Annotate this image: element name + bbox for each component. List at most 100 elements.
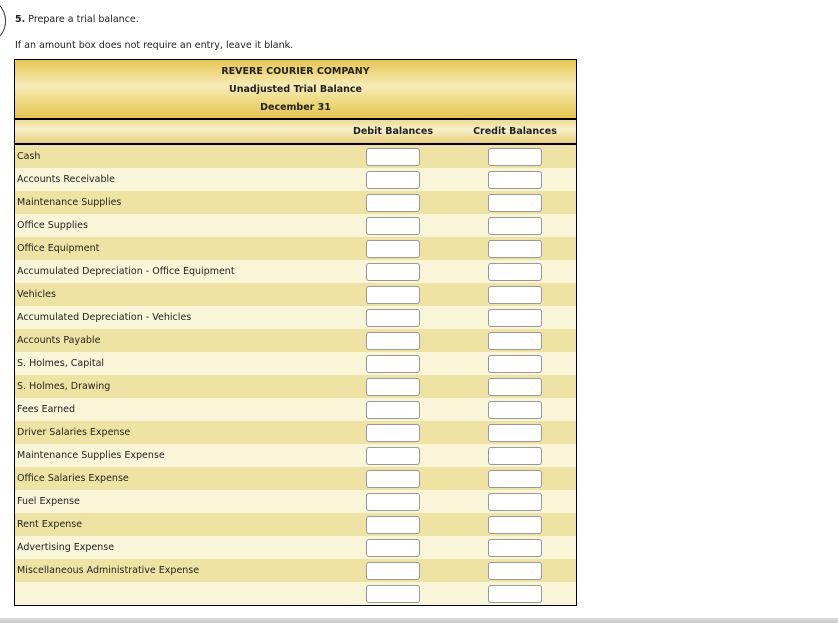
credit-cell — [454, 262, 576, 281]
debit-input[interactable] — [366, 446, 420, 465]
credit-cell — [454, 239, 576, 258]
credit-cell — [454, 354, 576, 373]
debit-cell — [332, 239, 454, 258]
table-row: Office Salaries Expense — [15, 467, 576, 490]
debit-input[interactable] — [366, 216, 420, 235]
credit-cell — [454, 400, 576, 419]
debit-input[interactable] — [366, 561, 420, 580]
credit-input[interactable] — [488, 147, 542, 166]
instruction-note: If an amount box does not require an ent… — [15, 40, 294, 51]
debit-cell — [332, 216, 454, 235]
table-row: Rent Expense — [15, 513, 576, 536]
credit-cell — [454, 584, 576, 603]
credit-input[interactable] — [488, 193, 542, 212]
credit-input[interactable] — [488, 492, 542, 511]
account-name: Office Supplies — [17, 220, 88, 231]
credit-input[interactable] — [488, 354, 542, 373]
debit-input[interactable] — [366, 147, 420, 166]
credit-input[interactable] — [488, 584, 542, 603]
debit-input[interactable] — [366, 584, 420, 603]
debit-cell — [332, 584, 454, 603]
question-text: Prepare a trial balance. — [28, 14, 139, 25]
debit-cell — [332, 262, 454, 281]
debit-input[interactable] — [366, 423, 420, 442]
credit-input[interactable] — [488, 216, 542, 235]
table-row: Fees Earned — [15, 398, 576, 421]
credit-input[interactable] — [488, 400, 542, 419]
credit-input[interactable] — [488, 170, 542, 189]
debit-cell — [332, 354, 454, 373]
credit-cell — [454, 147, 576, 166]
statement-date: December 31 — [260, 102, 331, 113]
debit-input[interactable] — [366, 515, 420, 534]
account-name: S. Holmes, Capital — [17, 358, 105, 369]
debit-input[interactable] — [366, 239, 420, 258]
credit-input[interactable] — [488, 423, 542, 442]
debit-cell — [332, 561, 454, 580]
credit-input[interactable] — [488, 262, 542, 281]
table-row: Maintenance Supplies — [15, 191, 576, 214]
account-name: Maintenance Supplies — [17, 197, 122, 208]
account-name: Maintenance Supplies Expense — [17, 450, 165, 461]
debit-cell — [332, 538, 454, 557]
credit-cell — [454, 331, 576, 350]
debit-input[interactable] — [366, 354, 420, 373]
credit-input[interactable] — [488, 285, 542, 304]
credit-input[interactable] — [488, 561, 542, 580]
question-marker — [0, 2, 6, 40]
credit-input[interactable] — [488, 469, 542, 488]
table-row: S. Holmes, Capital — [15, 352, 576, 375]
debit-input[interactable] — [366, 400, 420, 419]
credit-cell — [454, 285, 576, 304]
credit-input[interactable] — [488, 515, 542, 534]
credit-cell — [454, 538, 576, 557]
table-row: Vehicles — [15, 283, 576, 306]
account-name: Accumulated Depreciation - Vehicles — [17, 312, 192, 323]
debit-input[interactable] — [366, 331, 420, 350]
company-name: REVERE COURIER COMPANY — [221, 66, 370, 77]
account-name: Office Salaries Expense — [17, 473, 129, 484]
credit-input[interactable] — [488, 308, 542, 327]
table-row: Office Supplies — [15, 214, 576, 237]
table-row: Accumulated Depreciation - Vehicles — [15, 306, 576, 329]
account-name: Accounts Payable — [17, 335, 101, 346]
debit-input[interactable] — [366, 170, 420, 189]
account-name: Miscellaneous Administrative Expense — [17, 565, 200, 576]
credit-input[interactable] — [488, 239, 542, 258]
account-name: Vehicles — [17, 289, 56, 300]
credit-cell — [454, 469, 576, 488]
credit-cell — [454, 492, 576, 511]
debit-cell — [332, 193, 454, 212]
table-row: S. Holmes, Drawing — [15, 375, 576, 398]
table-row: Miscellaneous Administrative Expense — [15, 559, 576, 582]
credit-cell — [454, 446, 576, 465]
debit-input[interactable] — [366, 193, 420, 212]
table-row: Driver Salaries Expense — [15, 421, 576, 444]
debit-input[interactable] — [366, 308, 420, 327]
account-name: S. Holmes, Drawing — [17, 381, 111, 392]
account-name: Driver Salaries Expense — [17, 427, 131, 438]
debit-cell — [332, 446, 454, 465]
credit-input[interactable] — [488, 331, 542, 350]
account-name: Accounts Receivable — [17, 174, 116, 185]
table-row: Office Equipment — [15, 237, 576, 260]
debit-input[interactable] — [366, 377, 420, 396]
question-title: 5. Prepare a trial balance. — [15, 14, 139, 25]
credit-column-header: Credit Balances — [473, 126, 557, 137]
account-column-header — [15, 120, 332, 143]
table-row: Accounts Payable — [15, 329, 576, 352]
debit-cell — [332, 308, 454, 327]
credit-cell — [454, 170, 576, 189]
debit-input[interactable] — [366, 262, 420, 281]
debit-input[interactable] — [366, 538, 420, 557]
table-row: Maintenance Supplies Expense — [15, 444, 576, 467]
debit-input[interactable] — [366, 492, 420, 511]
credit-cell — [454, 308, 576, 327]
debit-input[interactable] — [366, 469, 420, 488]
statement-title: Unadjusted Trial Balance — [229, 84, 362, 95]
credit-input[interactable] — [488, 377, 542, 396]
debit-input[interactable] — [366, 285, 420, 304]
credit-input[interactable] — [488, 538, 542, 557]
credit-input[interactable] — [488, 446, 542, 465]
credit-cell — [454, 423, 576, 442]
